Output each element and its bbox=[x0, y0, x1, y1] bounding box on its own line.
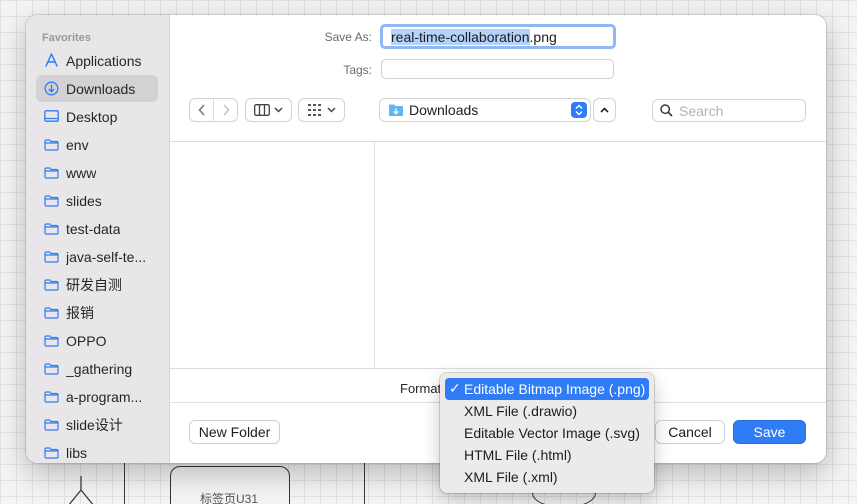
format-option[interactable]: Editable Vector Image (.svg) bbox=[445, 422, 649, 444]
sidebar-item[interactable]: www bbox=[36, 159, 158, 186]
columns-view-icon bbox=[254, 104, 270, 116]
sidebar-heading: Favorites bbox=[42, 32, 91, 44]
sidebar: Favorites Applications Downloads Desktop en… bbox=[26, 15, 170, 463]
format-option[interactable]: XML File (.xml) bbox=[445, 466, 649, 488]
sidebar-item[interactable]: java-self-te... bbox=[36, 243, 158, 270]
filename-field[interactable]: real-time-collaboration .png bbox=[380, 24, 616, 49]
sidebar-item[interactable]: OPPO bbox=[36, 327, 158, 354]
canvas-shape-label: 标签页U31 bbox=[200, 492, 259, 504]
location-label: Downloads bbox=[409, 102, 479, 118]
cancel-button[interactable]: Cancel bbox=[656, 421, 724, 443]
checkmark-icon: ✓ bbox=[449, 380, 461, 396]
format-option-label: Editable Bitmap Image (.png) bbox=[464, 381, 646, 397]
sidebar-item[interactable]: _gathering bbox=[36, 355, 158, 382]
view-mode-button[interactable] bbox=[246, 99, 291, 121]
back-button[interactable] bbox=[190, 99, 213, 121]
sidebar-item-label: java-self-te... bbox=[66, 248, 147, 265]
format-option-label: XML File (.xml) bbox=[464, 469, 558, 485]
folder-icon bbox=[43, 193, 59, 209]
format-label: Format bbox=[400, 381, 442, 396]
chevron-down-icon bbox=[327, 107, 336, 113]
sidebar-item-label: Downloads bbox=[66, 80, 136, 97]
location-popup[interactable]: Downloads bbox=[380, 99, 590, 121]
downloads-icon bbox=[43, 81, 59, 97]
sidebar-item-label: 研发自测 bbox=[66, 276, 122, 293]
sidebar-item-label: a-program... bbox=[66, 388, 143, 405]
sidebar-item-label: env bbox=[66, 136, 89, 153]
actor-shape[interactable] bbox=[64, 476, 98, 504]
sidebar-item-label: libs bbox=[66, 444, 88, 461]
canvas-line bbox=[364, 462, 365, 504]
sidebar-item-label: Desktop bbox=[66, 108, 118, 125]
format-option-label: Editable Vector Image (.svg) bbox=[464, 425, 640, 441]
save-dialog: Favorites Applications Downloads Desktop en… bbox=[26, 15, 826, 463]
sidebar-item[interactable]: libs bbox=[36, 439, 158, 463]
chevron-left-icon bbox=[197, 104, 205, 116]
filename-selected-text: real-time-collaboration bbox=[391, 28, 530, 45]
folder-icon bbox=[43, 417, 59, 433]
downloads-folder-icon bbox=[389, 104, 403, 116]
save-button[interactable]: Save bbox=[734, 421, 805, 443]
sidebar-item[interactable]: a-program... bbox=[36, 383, 158, 410]
search-field[interactable]: Search bbox=[653, 100, 805, 121]
format-option[interactable]: XML File (.drawio) bbox=[445, 400, 649, 422]
sidebar-item-label: test-data bbox=[66, 220, 121, 237]
folder-icon bbox=[43, 389, 59, 405]
sidebar-item[interactable]: slides bbox=[36, 187, 158, 214]
chevron-right-icon bbox=[222, 104, 230, 116]
sidebar-item[interactable]: env bbox=[36, 131, 158, 158]
sidebar-item-label: www bbox=[66, 164, 97, 181]
folder-icon bbox=[43, 165, 59, 181]
folder-icon bbox=[43, 277, 59, 293]
save-as-label: Save As: bbox=[324, 30, 372, 44]
column-divider[interactable] bbox=[374, 142, 375, 368]
sidebar-item-label: _gathering bbox=[66, 360, 133, 377]
search-placeholder: Search bbox=[679, 102, 724, 119]
new-folder-button[interactable]: New Folder bbox=[190, 421, 279, 443]
folder-icon bbox=[43, 305, 59, 321]
search-icon bbox=[660, 104, 673, 117]
applications-icon bbox=[43, 53, 59, 69]
file-browser[interactable] bbox=[170, 141, 826, 369]
sidebar-item[interactable]: 报销 bbox=[36, 299, 158, 326]
sidebar-item-label: slides bbox=[66, 192, 102, 209]
desktop-icon bbox=[43, 109, 59, 125]
format-option-label: HTML File (.html) bbox=[464, 447, 572, 463]
location-stepper bbox=[571, 102, 587, 118]
grid-view-icon bbox=[308, 104, 321, 116]
folder-icon bbox=[43, 221, 59, 237]
nav-buttons bbox=[190, 99, 237, 121]
folder-icon bbox=[43, 361, 59, 377]
folder-icon bbox=[43, 137, 59, 153]
sidebar-item[interactable]: slide设计 bbox=[36, 411, 158, 438]
filename-extension: .png bbox=[529, 28, 557, 45]
format-option[interactable]: ✓ Editable Bitmap Image (.png) bbox=[445, 378, 649, 400]
format-option[interactable]: HTML File (.html) bbox=[445, 444, 649, 466]
sidebar-item[interactable]: Desktop bbox=[36, 103, 158, 130]
tags-field[interactable] bbox=[381, 59, 614, 79]
sidebar-item-label: Applications bbox=[66, 52, 142, 69]
group-by-button[interactable] bbox=[299, 99, 344, 121]
tags-label: Tags: bbox=[343, 63, 372, 77]
format-menu: ✓ Editable Bitmap Image (.png) XML File (.… bbox=[440, 373, 654, 493]
sidebar-item-label: slide设计 bbox=[66, 416, 123, 433]
forward-button[interactable] bbox=[214, 99, 237, 121]
chevron-down-icon bbox=[274, 107, 283, 113]
folder-icon bbox=[43, 445, 59, 461]
sidebar-item-label: OPPO bbox=[66, 332, 107, 349]
sidebar-item[interactable]: Downloads bbox=[36, 75, 158, 102]
sidebar-item[interactable]: test-data bbox=[36, 215, 158, 242]
sidebar-item[interactable]: 研发自测 bbox=[36, 271, 158, 298]
collapse-button[interactable] bbox=[594, 99, 615, 121]
folder-icon bbox=[43, 249, 59, 265]
up-down-chevron-icon bbox=[575, 104, 583, 116]
canvas-line bbox=[124, 462, 125, 504]
chevron-up-icon bbox=[600, 107, 609, 113]
folder-icon bbox=[43, 333, 59, 349]
sidebar-item-label: 报销 bbox=[66, 304, 94, 321]
sidebar-item[interactable]: Applications bbox=[36, 47, 158, 74]
format-option-label: XML File (.drawio) bbox=[464, 403, 578, 419]
